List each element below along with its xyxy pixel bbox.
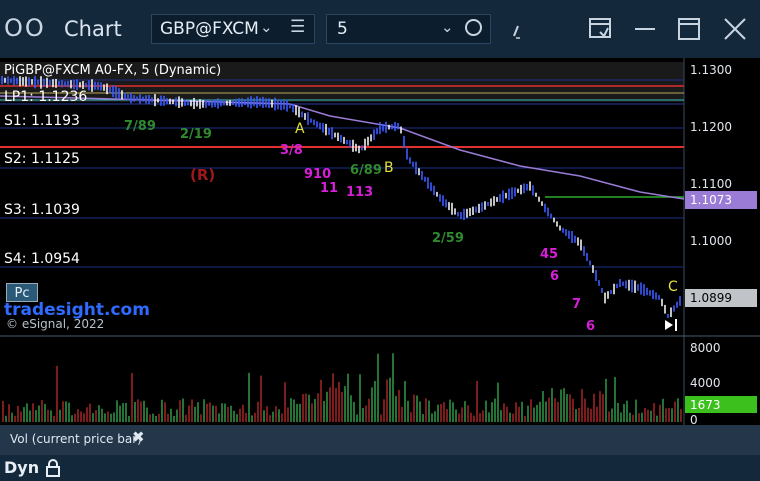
count-marker: 45 — [540, 247, 558, 262]
window-title: Chart — [64, 17, 122, 41]
volume-axis-label: 8000 — [690, 341, 721, 355]
pivot-label-s2: S2: 1.1125 — [4, 151, 80, 167]
pivot-label-s4: S4: 1.0954 — [4, 251, 80, 267]
chevron-down-icon[interactable]: ⌄ — [441, 18, 454, 36]
lock-icon[interactable] — [44, 459, 62, 477]
count-marker: 6 — [550, 269, 559, 284]
bottom-bar: Dyn — [0, 455, 760, 481]
pivot-label-s3: S3: 1.1039 — [4, 202, 80, 218]
count-marker: 6/89 — [350, 163, 382, 178]
link-icon[interactable] — [506, 14, 536, 44]
count-marker: 7 — [572, 297, 581, 312]
chevron-down-icon[interactable]: ⌄ — [260, 18, 273, 36]
clock-icon[interactable] — [465, 19, 482, 36]
chart-legend: PiGBP@FXCM A0-FX, 5 (Dynamic) — [4, 63, 222, 78]
hamburger-menu-icon[interactable]: ☰ — [290, 17, 305, 37]
count-marker: 7/89 — [124, 119, 156, 134]
count-marker: 6 — [586, 319, 595, 334]
title-bar: OO Chart GBP@FXCM ⌄ ☰ 5 ⌄ — [0, 0, 760, 58]
volume-axis-label: 4000 — [690, 376, 721, 390]
symbol-input[interactable]: GBP@FXCM — [160, 19, 260, 39]
interval-input[interactable]: 5 — [337, 19, 348, 39]
price-axis-label: 1.1000 — [690, 234, 732, 248]
volume-axis-label: 0 — [690, 413, 698, 427]
app-logo-icon: OO — [4, 14, 46, 42]
volume-current-label: 1673 — [690, 398, 721, 412]
count-marker: 3/8 — [280, 143, 303, 158]
close-icon[interactable] — [720, 14, 750, 44]
template-icon[interactable] — [586, 14, 616, 44]
price-axis-label: 1.1200 — [690, 120, 732, 134]
copyright-text: © eSignal, 2022 — [6, 317, 105, 331]
wave-label-a: A — [295, 121, 305, 137]
count-marker: 910 — [304, 167, 331, 182]
wave-label-b: B — [384, 160, 394, 176]
chart-canvas[interactable]: 7/89 2/19 3/8 910 11 113 6/89 2/59 45 6 … — [0, 58, 760, 455]
price-axis-label: 1.1300 — [690, 63, 732, 77]
pivot-label-lp1: LP1: 1.1236 — [4, 89, 88, 105]
close-icon[interactable]: ✖ — [132, 428, 145, 446]
r-label: (R) — [190, 166, 215, 184]
count-marker: 2/19 — [180, 127, 212, 142]
count-marker: 11 — [320, 181, 338, 196]
minimize-icon[interactable] — [630, 14, 660, 44]
price-axis-label: 1.1100 — [690, 177, 732, 191]
count-marker: 113 — [346, 185, 373, 200]
dynamic-mode-label[interactable]: Dyn — [4, 458, 39, 477]
count-marker: 2/59 — [432, 231, 464, 246]
volume-bars — [2, 353, 682, 422]
symbol-selector[interactable]: GBP@FXCM ⌄ ☰ — [151, 14, 315, 44]
volume-label-text: Vol (current price bar) — [10, 432, 142, 446]
interval-selector[interactable]: 5 ⌄ — [326, 14, 491, 44]
wave-label-c: C — [668, 279, 678, 295]
maximize-icon[interactable] — [674, 14, 704, 44]
volume-study-label: Vol (current price bar) ✖ — [0, 425, 150, 455]
ma-price-label: 1.1073 — [690, 193, 732, 207]
current-price-label: 1.0899 — [690, 291, 732, 305]
pivot-label-s1: S1: 1.1193 — [4, 113, 80, 129]
